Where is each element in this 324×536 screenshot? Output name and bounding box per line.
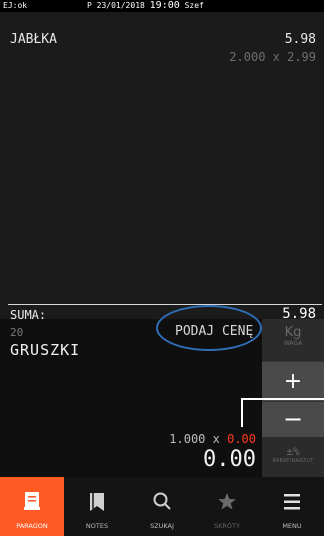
entry-quantity: 20 (10, 326, 24, 339)
star-icon (218, 493, 236, 510)
notes-icon (90, 493, 104, 511)
prompt-highlight-ellipse (156, 305, 262, 351)
receipt-item-name[interactable]: JABŁKA (10, 32, 57, 47)
status-datetime: P 23/01/2018 19:00 Szef (87, 0, 204, 11)
callout-line (241, 398, 243, 427)
tab-szukaj[interactable]: SZUKAJ (130, 477, 194, 536)
sum-divider (8, 304, 322, 305)
tab-skroty[interactable]: SKRÓTY (195, 477, 259, 536)
entry-total: 0.00 (203, 447, 256, 472)
menu-icon (284, 494, 300, 510)
callout-line-horizontal (241, 398, 324, 400)
search-icon (153, 492, 171, 510)
entry-calculation: 1.000 x 0.00 (169, 432, 256, 446)
status-ej: EJ:ok (3, 1, 28, 10)
weight-button[interactable]: Kg WAGA (262, 319, 324, 361)
status-bar: EJ:ok P 23/01/2018 19:00 Szef (0, 0, 324, 12)
bottom-tab-bar: PARAGON NOTES SZUKAJ SKRÓTY MENU (0, 477, 324, 536)
minus-button[interactable]: − (262, 401, 324, 438)
entry-product-name: GRUSZKI (10, 341, 81, 359)
tab-menu[interactable]: MENU (260, 477, 324, 536)
plus-button[interactable]: + (262, 361, 324, 402)
entry-price-value: 0.00 (227, 432, 256, 446)
receipt-icon (24, 492, 40, 510)
tab-notes[interactable]: NOTES (65, 477, 129, 536)
receipt-item-detail: 2.000 x 2.99 (229, 50, 316, 64)
receipt-panel[interactable]: JABŁKA 5.98 2.000 x 2.99 SUMA: 5.98 (0, 12, 324, 322)
receipt-item-price: 5.98 (284, 32, 316, 47)
discount-button[interactable]: ±% RABAT/NARZUT (262, 437, 324, 477)
tab-paragon[interactable]: PARAGON (0, 477, 64, 536)
